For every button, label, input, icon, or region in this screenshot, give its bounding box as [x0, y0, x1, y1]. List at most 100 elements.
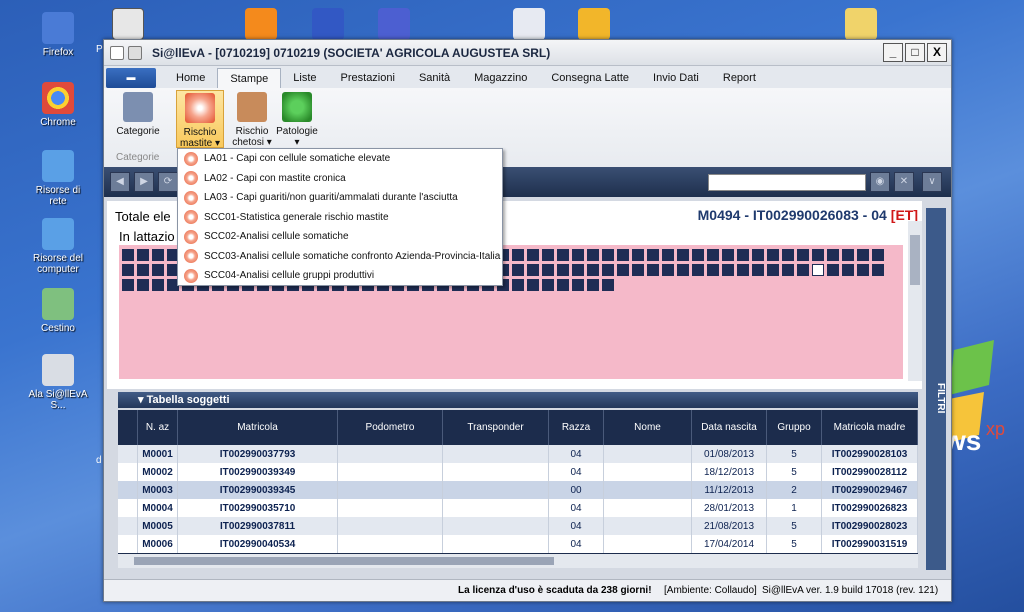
tab-invio-dati[interactable]: Invio Dati: [641, 68, 711, 88]
tab-prestazioni[interactable]: Prestazioni: [329, 68, 407, 88]
print-icon[interactable]: [128, 45, 142, 60]
cow-cell[interactable]: [647, 264, 659, 276]
cow-cell[interactable]: [872, 264, 884, 276]
rischio-chetosi-button[interactable]: Rischio chetosi ▾: [228, 92, 276, 148]
cow-cell[interactable]: [617, 264, 629, 276]
cow-cell[interactable]: [767, 264, 779, 276]
table-row[interactable]: M0004 IT002990035710 04 28/01/2013 1 IT002990…: [118, 499, 918, 517]
cow-cell[interactable]: [587, 264, 599, 276]
cow-cell[interactable]: [752, 264, 764, 276]
maximize-button[interactable]: □: [905, 43, 925, 62]
desktop-icon[interactable]: Risorse del computer: [26, 218, 90, 275]
pen-icon[interactable]: [578, 8, 610, 40]
cow-cell[interactable]: [122, 264, 134, 276]
table-row[interactable]: M0002 IT002990039349 04 18/12/2013 5 IT002990…: [118, 463, 918, 481]
expand-button[interactable]: ∨: [922, 172, 942, 192]
column-header[interactable]: Data nascita: [692, 410, 767, 445]
tab-home[interactable]: Home: [164, 68, 217, 88]
table-row[interactable]: M0005 IT002990037811 04 21/08/2013 5 IT002990…: [118, 517, 918, 535]
row-selector[interactable]: [118, 463, 138, 481]
desktop-icon[interactable]: Chrome: [26, 82, 90, 128]
categorie-button[interactable]: Categorie: [114, 92, 162, 137]
cow-cell[interactable]: [137, 279, 149, 291]
cow-cell[interactable]: [122, 279, 134, 291]
cow-cell[interactable]: [797, 249, 809, 261]
cow-cell[interactable]: [857, 264, 869, 276]
column-header[interactable]: Transponder: [443, 410, 549, 445]
cow-cell[interactable]: [797, 264, 809, 276]
cow-cell[interactable]: [632, 249, 644, 261]
row-selector[interactable]: [118, 445, 138, 463]
cow-cell[interactable]: [722, 249, 734, 261]
app-menu-button[interactable]: ▬: [106, 68, 156, 88]
desktop-icon[interactable]: Risorse di rete: [26, 150, 90, 207]
desktop-icon[interactable]: Cestino: [26, 288, 90, 334]
cow-cell[interactable]: [527, 279, 539, 291]
shortcut-icon[interactable]: [112, 8, 144, 40]
grid-app-icon[interactable]: [378, 8, 410, 40]
dropdown-item[interactable]: LA02 - Capi con mastite cronica: [178, 169, 502, 189]
cow-cell[interactable]: [857, 249, 869, 261]
close-button[interactable]: X: [927, 43, 947, 62]
cow-cell[interactable]: [812, 264, 824, 276]
cow-cell[interactable]: [722, 264, 734, 276]
cow-cell[interactable]: [137, 249, 149, 261]
cow-cell[interactable]: [587, 249, 599, 261]
column-header[interactable]: Matricola: [178, 410, 338, 445]
search-input[interactable]: [708, 174, 866, 191]
browser-icon[interactable]: [312, 8, 344, 40]
column-header[interactable]: Razza: [549, 410, 604, 445]
tab-magazzino[interactable]: Magazzino: [462, 68, 539, 88]
cow-cell[interactable]: [512, 279, 524, 291]
back-button[interactable]: ◀: [110, 172, 130, 192]
row-selector[interactable]: [118, 517, 138, 535]
cow-cell[interactable]: [587, 279, 599, 291]
cow-cell[interactable]: [737, 249, 749, 261]
rischio-mastite-button[interactable]: Rischio mastite ▾: [176, 90, 224, 149]
butterfly-icon[interactable]: [245, 8, 277, 40]
archive-icon[interactable]: [845, 8, 877, 40]
cow-cell[interactable]: [542, 264, 554, 276]
cow-cell[interactable]: [662, 264, 674, 276]
forward-button[interactable]: ▶: [134, 172, 154, 192]
cow-cell[interactable]: [767, 249, 779, 261]
cow-cell[interactable]: [542, 279, 554, 291]
column-header[interactable]: Matricola madre: [822, 410, 918, 445]
cow-cell[interactable]: [572, 264, 584, 276]
cow-cell[interactable]: [842, 249, 854, 261]
cow-cell[interactable]: [527, 249, 539, 261]
cow-cell[interactable]: [137, 264, 149, 276]
view-button[interactable]: ◉: [870, 172, 890, 192]
cow-cell[interactable]: [842, 264, 854, 276]
dropdown-item[interactable]: SCC01-Statistica generale rischio mastit…: [178, 208, 502, 228]
cow-cell[interactable]: [677, 264, 689, 276]
tab-stampe[interactable]: Stampe: [217, 68, 282, 88]
dropdown-item[interactable]: SCC02-Analisi cellule somatiche: [178, 227, 502, 247]
row-selector[interactable]: [118, 535, 138, 553]
cow-cell[interactable]: [602, 249, 614, 261]
row-selector[interactable]: [118, 499, 138, 517]
column-header[interactable]: Gruppo: [767, 410, 822, 445]
horizontal-scrollbar[interactable]: [118, 554, 918, 568]
table-row[interactable]: M0003 IT002990039345 00 11/12/2013 2 IT002990…: [118, 481, 918, 499]
cow-cell[interactable]: [152, 264, 164, 276]
cow-cell[interactable]: [692, 264, 704, 276]
patologie-button[interactable]: Patologie ▾: [272, 92, 322, 148]
cow-cell[interactable]: [662, 249, 674, 261]
cow-cell[interactable]: [632, 264, 644, 276]
cow-cell[interactable]: [527, 264, 539, 276]
refresh-button[interactable]: ⟳: [158, 172, 178, 192]
cow-cell[interactable]: [602, 279, 614, 291]
cow-cell[interactable]: [677, 249, 689, 261]
cow-cell[interactable]: [707, 264, 719, 276]
desktop-icon[interactable]: Ala Si@llEvA S...: [26, 354, 90, 411]
column-header[interactable]: Podometro: [338, 410, 443, 445]
table-row[interactable]: M0006 IT002990040534 04 17/04/2014 5 IT002990…: [118, 535, 918, 553]
cow-cell[interactable]: [827, 249, 839, 261]
cow-cell[interactable]: [572, 249, 584, 261]
desktop-icon[interactable]: Firefox: [26, 12, 90, 58]
vertical-scrollbar[interactable]: [908, 221, 922, 381]
dropdown-item[interactable]: SCC03-Analisi cellule somatiche confront…: [178, 247, 502, 267]
tab-consegna-latte[interactable]: Consegna Latte: [539, 68, 641, 88]
table-row[interactable]: M0001 IT002990037793 04 01/08/2013 5 IT002990…: [118, 445, 918, 463]
